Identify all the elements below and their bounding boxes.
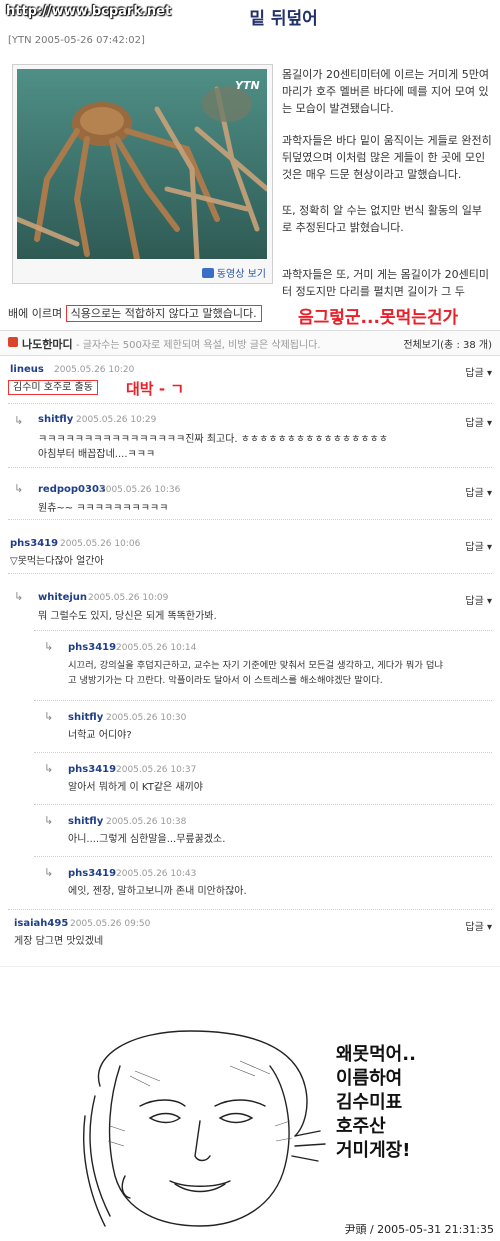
reply-arrow-icon: ↳ [14, 590, 24, 603]
comment-item: ↳ whitejun 2005.05.26 10:09 답글 ▾ 뭐 그럴수도 … [0, 578, 500, 630]
comment-author[interactable]: phs3419 [68, 868, 116, 879]
comment-item: isaiah495 2005.05.26 09:50 답글 ▾ 게장 담그면 맛… [0, 910, 500, 960]
comment-item: ↳ phs3419 2005.05.26 10:37 알아서 뭐하게 이 KT같… [0, 752, 500, 804]
reply-button[interactable]: 답글 ▾ [465, 414, 492, 429]
comments-note: - 글자수는 500자로 제한되며 욕설, 비방 글은 삭제됩니다. [76, 340, 321, 351]
comment-author[interactable]: lineus [10, 364, 44, 375]
reply-button[interactable]: 답글 ▾ [465, 918, 492, 933]
reply-arrow-icon: ↳ [44, 762, 54, 775]
comment-date: 2005.05.26 10:14 [116, 643, 197, 653]
reply-arrow-icon: ↳ [44, 640, 54, 653]
comment-author[interactable]: isaiah495 [14, 918, 68, 929]
comment-text: 시끄러, 강의실을 후덥지근하고, 교수는 자기 기준에만 맞춰서 모든걸 생각… [68, 660, 443, 671]
speech-line-5: 거미게장! [336, 1140, 411, 1161]
handwritten-annotation: 음그렇군...못먹는건가 [298, 308, 459, 328]
comment-text: 알아서 뭐하게 이 KT같은 새끼야 [68, 782, 204, 793]
speech-line-2: 이름하여 [336, 1068, 403, 1089]
comment-date: 2005.05.26 10:29 [76, 415, 157, 425]
comment-item: ↳ redpop0303 2005.05.26 10:36 답글 ▾ 원츄~~ … [0, 470, 500, 520]
video-view-label: 동영상 보기 [216, 269, 266, 280]
comment-date: 2005.05.26 10:20 [54, 365, 135, 375]
reply-button[interactable]: 답글 ▾ [465, 538, 492, 553]
comment-text: 에잇, 젠장, 말하고보니까 존내 미안하잖아. [68, 886, 247, 897]
comment-text-line-2: 고 냉방기가는 다 끄란다. 악플이라도 달아서 이 스트레스를 해소해야겠단 … [68, 675, 383, 686]
comment-item: ↳ shitfly 2005.05.26 10:29 답글 ▾ ㅋㅋㅋㅋㅋㅋㅋㅋ… [0, 406, 500, 468]
sketch-portrait-image [80, 1026, 330, 1231]
comment-text-line-2: 아침부터 배꼽잡네....ㅋㅋㅋ [38, 449, 156, 460]
ytn-logo: YTN [235, 79, 260, 92]
article-last-line: 배에 이르며 식용으로는 적합하지 않다고 말했습니다. [8, 305, 262, 322]
speech-line-3: 김수미표 [336, 1092, 403, 1113]
comment-author[interactable]: phs3419 [68, 764, 116, 775]
article-meta: [YTN 2005-05-26 07:42:02] [8, 35, 145, 46]
article-paragraph-1: 몸길이가 20센티미터에 이르는 거미게 5만여 마리가 호주 멜버른 바다에 … [282, 68, 490, 115]
highlighted-sentence: 식용으로는 적합하지 않다고 말했습니다. [65, 305, 262, 322]
section-divider [0, 966, 500, 967]
speech-line-4: 호주산 [336, 1116, 386, 1137]
view-all-link[interactable]: 전체보기(총 : 38 개) [403, 336, 492, 351]
comment-text: 너학교 어디야? [68, 730, 132, 741]
article-paragraph-2: 과학자들은 바다 밑이 움직이는 게들로 완전히 뒤덮였으며 이처럼 많은 게들… [282, 134, 492, 181]
comment-text: 김수미 호주로 출동 [8, 380, 98, 395]
comment-item: ↳ shitfly 2005.05.26 10:30 너학교 어디야? [0, 700, 500, 752]
comment-item: phs3419 2005.05.26 10:06 답글 ▾ ▽못먹는다잖아 얼간… [0, 524, 500, 574]
comments-title: 나도한마디 [22, 338, 73, 351]
reply-arrow-icon: ↳ [14, 414, 24, 427]
comment-text: 원츄~~ ㅋㅋㅋㅋㅋㅋㅋㅋㅋㅋ [38, 503, 169, 514]
comment-date: 2005.05.26 10:09 [88, 593, 169, 603]
article-paragraph-4: 과학자들은 또, 거미 게는 몸길이가 20센티미터 정도지만 다리를 펼치면 … [282, 268, 490, 298]
last-line-prefix: 배에 이르며 [8, 307, 63, 320]
site-watermark: http://www.bcpark.net [6, 4, 172, 19]
speech-line-1: 왜못먹어.. [336, 1044, 416, 1065]
comment-text: ▽못먹는다잖아 얼간아 [10, 556, 104, 567]
comment-author[interactable]: shitfly [68, 816, 103, 827]
comment-item: ↳ shitfly 2005.05.26 10:38 아니....그렇게 심한말… [0, 804, 500, 856]
comment-date: 2005.05.26 10:30 [106, 713, 187, 723]
comments-header: 나도한마디 - 글자수는 500자로 제한되며 욕설, 비방 글은 삭제됩니다.… [0, 330, 500, 356]
video-icon [201, 267, 214, 278]
article-image-box: YTN 동영상 보기 [12, 64, 273, 284]
comment-date: 2005.05.26 10:06 [60, 539, 141, 549]
article-paragraph-3: 또, 정확히 알 수는 없지만 번식 활동의 일부로 추정된다고 밝혔습니다. [282, 204, 483, 234]
reply-button[interactable]: 답글 ▾ [465, 484, 492, 499]
comment-text: 아니....그렇게 심한말을...무릎꿇겠소. [68, 834, 226, 845]
comment-item: ↳ phs3419 2005.05.26 10:14 시끄러, 강의실을 후덥지… [0, 630, 500, 700]
comment-author[interactable]: phs3419 [10, 538, 58, 549]
reply-arrow-icon: ↳ [44, 814, 54, 827]
comment-author[interactable]: shitfly [68, 712, 103, 723]
comment-author[interactable]: shitfly [38, 414, 73, 425]
reply-button[interactable]: 답글 ▾ [465, 592, 492, 607]
comment-item: lineus 2005.05.26 10:20 답글 ▾ 김수미 호주로 출동 [0, 358, 500, 404]
reply-arrow-icon: ↳ [44, 866, 54, 879]
comment-date: 2005.05.26 10:38 [106, 817, 187, 827]
author-timestamp: 尹頭 / 2005-05-31 21:31:35 [344, 1223, 494, 1236]
comment-date: 2005.05.26 09:50 [70, 919, 151, 929]
comment-text: 뭐 그럴수도 있지, 당신은 되게 똑똑한가봐. [38, 611, 217, 622]
handwritten-annotation-2: 대박 - ㄱ [126, 380, 185, 398]
comment-author[interactable]: phs3419 [68, 642, 116, 653]
comment-author[interactable]: redpop0303 [38, 484, 106, 495]
comment-text: 게장 담그면 맛있겠네 [14, 936, 104, 947]
comment-date: 2005.05.26 10:37 [116, 765, 197, 775]
crab-photo: YTN [17, 69, 267, 259]
comment-section-icon [8, 337, 18, 347]
comment-author[interactable]: whitejun [38, 592, 87, 603]
comment-text: ㅋㅋㅋㅋㅋㅋㅋㅋㅋㅋㅋㅋㅋㅋㅋㅋ진짜 최고다. ㅎㅎㅎㅎㅎㅎㅎㅎㅎㅎㅎㅎㅎㅎㅎㅎ [38, 434, 388, 445]
reply-arrow-icon: ↳ [14, 482, 24, 495]
video-view-button[interactable]: 동영상 보기 [201, 265, 266, 280]
reply-button[interactable]: 답글 ▾ [465, 364, 492, 379]
comment-date: 2005.05.26 10:43 [116, 869, 197, 879]
reply-arrow-icon: ↳ [44, 710, 54, 723]
comment-date: 2005.05.26 10:36 [100, 485, 181, 495]
comment-item: ↳ phs3419 2005.05.26 10:43 에잇, 젠장, 말하고보니… [0, 856, 500, 910]
